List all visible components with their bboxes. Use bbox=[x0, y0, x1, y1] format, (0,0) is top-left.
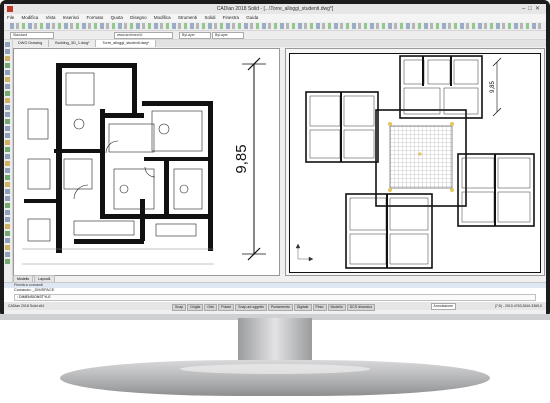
document-tabs: DWG Drawing Building_3D_1.dwg* Torre_allog… bbox=[12, 40, 546, 47]
layout-tabs: Modello Layout1 bbox=[13, 275, 56, 283]
erase-tool-icon[interactable] bbox=[5, 203, 10, 208]
text-tool-icon[interactable] bbox=[5, 105, 10, 110]
digital-toggle[interactable]: Digitale bbox=[293, 304, 312, 311]
menu-disegno[interactable]: Disegno bbox=[130, 15, 147, 20]
pan-tool-icon[interactable] bbox=[5, 245, 10, 250]
menu-strumenti[interactable]: Strumenti bbox=[178, 15, 197, 20]
block-tool-icon[interactable] bbox=[5, 112, 10, 117]
menu-modifica[interactable]: Modifica bbox=[22, 15, 39, 20]
maximize-icon[interactable]: □ bbox=[528, 6, 535, 12]
circle-tool-icon[interactable] bbox=[5, 63, 10, 68]
menu-vista[interactable]: Vista bbox=[46, 15, 56, 20]
copy-tool-icon[interactable] bbox=[5, 133, 10, 138]
polygon-tool-icon[interactable] bbox=[5, 77, 10, 82]
tracking-toggle[interactable]: Puntamento bbox=[267, 304, 293, 311]
lineweight-toggle[interactable]: Peso bbox=[312, 304, 327, 311]
point-tool-icon[interactable] bbox=[5, 119, 10, 124]
linetype-combo[interactable]: ByLayer bbox=[179, 32, 211, 39]
mirror-tool-icon[interactable] bbox=[5, 154, 10, 159]
toolbar-icons[interactable] bbox=[10, 23, 542, 29]
paper-sheet[interactable]: 9,85 bbox=[289, 53, 541, 273]
offset-tool-icon[interactable] bbox=[5, 161, 10, 166]
menu-bar: File Modifica Vista Inserisci Formato Qu… bbox=[4, 14, 546, 22]
zoom-tool-icon[interactable] bbox=[5, 238, 10, 243]
draw-toolbar bbox=[4, 40, 13, 286]
tab-dwg-drawing[interactable]: DWG Drawing bbox=[12, 40, 50, 47]
dimension-text[interactable]: 9,85 bbox=[233, 144, 250, 173]
menu-solidi[interactable]: Solidi bbox=[204, 15, 215, 20]
rotate-tool-icon[interactable] bbox=[5, 140, 10, 145]
properties-toolbar: Standard www.archinect.it ByLayer ByLaye… bbox=[4, 31, 546, 40]
dimension-tool-icon[interactable] bbox=[5, 217, 10, 222]
window-controls[interactable]: –□✕ bbox=[522, 4, 543, 14]
layer-combo[interactable]: Standard bbox=[10, 32, 54, 39]
menu-finestra[interactable]: Finestra bbox=[223, 15, 239, 20]
extend-tool-icon[interactable] bbox=[5, 175, 10, 180]
command-panel: Finestra comandi Comando: _DIMSPACE : DI… bbox=[4, 282, 546, 303]
command-input[interactable]: : DIMENSIONSTYLE bbox=[14, 294, 536, 301]
window-title: CADian 2018 Solid - [...\Torre_alloggi_s… bbox=[216, 6, 334, 12]
menu-file[interactable]: File bbox=[7, 15, 14, 20]
ortho-toggle[interactable]: Orto bbox=[204, 304, 218, 311]
floor-plan-detail: 9,85 bbox=[22, 57, 266, 265]
monitor-frame: CADian 2018 Solid - [...\Torre_alloggi_s… bbox=[0, 0, 550, 318]
arc-tool-icon[interactable] bbox=[5, 56, 10, 61]
status-bar: CADian 2018 Solid x64 Snap Griglia Orto Pol… bbox=[4, 302, 546, 311]
command-prompt: : DIMENSIONSTYLE bbox=[17, 295, 51, 299]
measure-tool-icon[interactable] bbox=[5, 259, 10, 264]
dimension-text-small[interactable]: 9,85 bbox=[490, 81, 496, 93]
properties-tool-icon[interactable] bbox=[5, 231, 10, 236]
menu-quota[interactable]: Quota bbox=[111, 15, 123, 20]
spline-tool-icon[interactable] bbox=[5, 91, 10, 96]
snap-toggle[interactable]: Snap bbox=[172, 304, 187, 311]
tab-torre-alloggi[interactable]: Torre_alloggi_studenti.dwg* bbox=[96, 40, 157, 47]
render-tool-icon[interactable] bbox=[5, 252, 10, 257]
hatch-tool-icon[interactable] bbox=[5, 98, 10, 103]
close-icon[interactable]: ✕ bbox=[535, 6, 543, 12]
ellipse-tool-icon[interactable] bbox=[5, 84, 10, 89]
osnap-toggle[interactable]: Snap ad oggetto bbox=[235, 304, 267, 311]
standard-toolbar bbox=[4, 22, 546, 31]
monitor-stand bbox=[238, 318, 312, 362]
layer-tool-icon[interactable] bbox=[5, 224, 10, 229]
model-viewport[interactable]: 9,85 bbox=[13, 48, 280, 276]
command-history: Comando: _DIMSPACE bbox=[14, 288, 55, 292]
trim-tool-icon[interactable] bbox=[5, 168, 10, 173]
explode-tool-icon[interactable] bbox=[5, 210, 10, 215]
annotation-scale-combo[interactable]: Annotazione bbox=[430, 303, 456, 310]
grid-toggle[interactable]: Griglia bbox=[187, 304, 204, 311]
menu-modifica-2[interactable]: Modifica bbox=[154, 15, 171, 20]
style-combo[interactable]: www.archinect.it bbox=[114, 32, 173, 39]
tab-building-3d[interactable]: Building_3D_1.dwg* bbox=[49, 40, 97, 47]
dynamic-ucs-toggle[interactable]: DCS dinamico bbox=[346, 304, 376, 311]
cursor-coordinates: (7:5) - 2010.4763,3616.3365,0 bbox=[494, 304, 542, 308]
menu-inserisci[interactable]: Inserisci bbox=[63, 15, 80, 20]
model-toggle[interactable]: Modello bbox=[327, 304, 346, 311]
polar-toggle[interactable]: Polare bbox=[218, 304, 235, 311]
scale-tool-icon[interactable] bbox=[5, 147, 10, 152]
chamfer-tool-icon[interactable] bbox=[5, 189, 10, 194]
rectangle-tool-icon[interactable] bbox=[5, 70, 10, 75]
array-tool-icon[interactable] bbox=[5, 196, 10, 201]
color-combo[interactable]: ByLayer bbox=[212, 32, 244, 39]
building-plan-overview: 9,85 bbox=[295, 55, 535, 269]
fillet-tool-icon[interactable] bbox=[5, 182, 10, 187]
polyline-tool-icon[interactable] bbox=[5, 49, 10, 54]
menu-guida[interactable]: Guida bbox=[246, 15, 258, 20]
monitor-base bbox=[60, 360, 490, 396]
status-toggles: Snap Griglia Orto Polare Snap ad oggetto Punt… bbox=[172, 303, 376, 311]
move-tool-icon[interactable] bbox=[5, 126, 10, 131]
screen: CADian 2018 Solid - [...\Torre_alloggi_s… bbox=[4, 4, 546, 316]
status-app-label: CADian 2018 Solid x64 bbox=[8, 304, 45, 308]
menu-formato[interactable]: Formato bbox=[87, 15, 104, 20]
title-bar: CADian 2018 Solid - [...\Torre_alloggi_s… bbox=[4, 4, 546, 14]
line-tool-icon[interactable] bbox=[5, 42, 10, 47]
